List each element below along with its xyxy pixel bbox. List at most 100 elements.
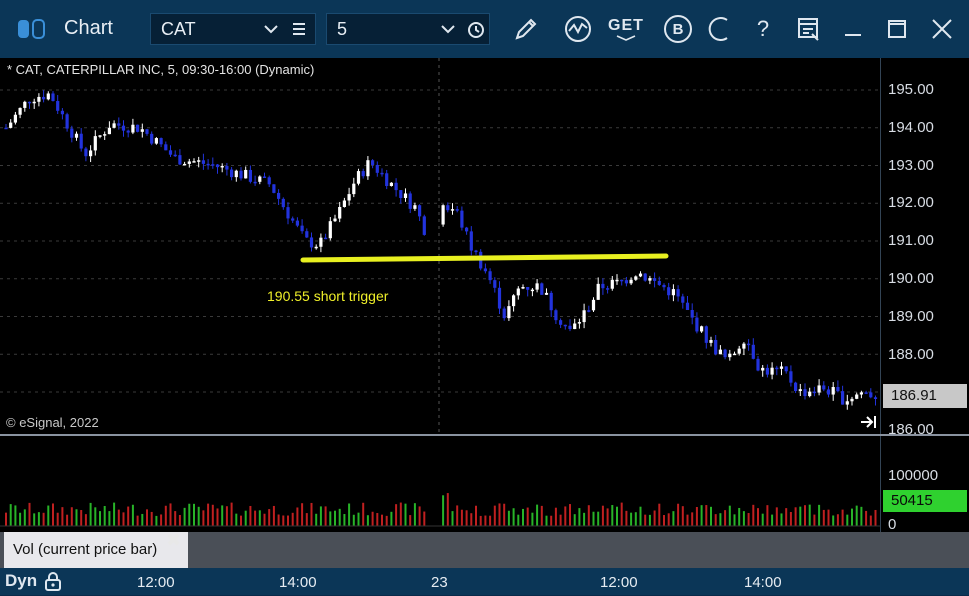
window-title: Chart bbox=[64, 17, 113, 39]
candle-down bbox=[225, 165, 229, 170]
candle-down bbox=[723, 349, 727, 358]
candle-down bbox=[587, 310, 591, 312]
candle-down bbox=[497, 287, 502, 309]
maximize-icon[interactable] bbox=[882, 13, 912, 45]
volume-bar bbox=[832, 515, 835, 526]
candle-up bbox=[413, 205, 417, 209]
candle-up bbox=[718, 349, 722, 355]
candle-down bbox=[676, 289, 680, 297]
candle-down bbox=[526, 286, 530, 290]
candle-down bbox=[385, 173, 389, 186]
volume-chart-canvas[interactable] bbox=[0, 436, 880, 532]
scroll-to-end-icon[interactable] bbox=[860, 414, 878, 430]
candle-down bbox=[60, 110, 64, 115]
volume-bar bbox=[470, 513, 473, 526]
volume-bar bbox=[305, 513, 308, 526]
candle-up bbox=[629, 279, 633, 284]
volume-bar bbox=[695, 506, 698, 526]
candle-down bbox=[136, 124, 140, 132]
interval-input[interactable]: 5 bbox=[326, 13, 490, 45]
symbol-input[interactable]: CAT bbox=[150, 13, 316, 45]
volume-bar bbox=[268, 509, 271, 526]
volume-bar bbox=[822, 509, 825, 526]
candle-up bbox=[521, 286, 525, 289]
volume-bar bbox=[136, 515, 139, 526]
close-study-icon[interactable]: ✖ bbox=[166, 530, 181, 551]
studies-icon[interactable] bbox=[560, 13, 596, 45]
volume-bar bbox=[738, 507, 741, 526]
candle-down bbox=[869, 392, 873, 398]
volume-bar bbox=[287, 515, 289, 526]
price-tick: 192.00 bbox=[888, 194, 934, 211]
price-axis[interactable]: 195.00 194.00 193.00 192.00 191.00 190.0… bbox=[880, 58, 969, 434]
close-icon[interactable] bbox=[926, 13, 958, 45]
chevron-down-icon[interactable] bbox=[440, 21, 456, 42]
candle-up bbox=[831, 387, 835, 395]
volume-bar bbox=[569, 504, 571, 526]
candle-up bbox=[112, 123, 116, 128]
candle-up bbox=[197, 160, 201, 162]
volume-bar bbox=[395, 504, 398, 526]
volume-bar bbox=[5, 512, 7, 526]
candle-down bbox=[540, 283, 544, 295]
volume-bar bbox=[653, 510, 656, 526]
volume-pane[interactable] bbox=[0, 436, 880, 532]
lock-icon[interactable] bbox=[44, 571, 62, 591]
volume-bar bbox=[799, 506, 802, 526]
candle-up bbox=[779, 366, 784, 369]
candle-down bbox=[841, 391, 845, 405]
candle-up bbox=[516, 288, 520, 296]
time-axis[interactable]: Dyn 12:00 14:00 23 12:00 14:00 bbox=[0, 568, 969, 595]
candle-up bbox=[9, 122, 13, 128]
draw-pencil-icon[interactable] bbox=[508, 13, 544, 45]
clock-icon[interactable] bbox=[467, 21, 485, 44]
chart-titlebar: Chart CAT 5 GET B ? bbox=[0, 0, 969, 58]
chevron-down-icon[interactable] bbox=[263, 21, 279, 42]
dynamic-session-button[interactable]: Dyn bbox=[5, 571, 37, 591]
candle-up bbox=[234, 170, 238, 178]
price-chart-canvas[interactable] bbox=[0, 58, 880, 434]
candle-up bbox=[98, 135, 102, 137]
candle-down bbox=[549, 292, 553, 311]
candle-up bbox=[577, 322, 581, 324]
volume-bar bbox=[475, 505, 477, 526]
volume-legend[interactable]: Vol (current price bar) bbox=[4, 532, 188, 568]
volume-bar bbox=[404, 503, 407, 526]
candle-up bbox=[366, 160, 370, 177]
volume-bar bbox=[263, 513, 266, 526]
volume-bar bbox=[564, 506, 567, 526]
help-icon[interactable]: ? bbox=[748, 13, 778, 45]
volume-bar bbox=[592, 511, 595, 526]
volume-bar bbox=[385, 515, 388, 526]
candle-up bbox=[817, 385, 821, 393]
bar-type-icon[interactable]: B bbox=[660, 13, 696, 45]
volume-bar bbox=[211, 504, 214, 526]
candle-down bbox=[27, 101, 32, 104]
volume-bar bbox=[747, 513, 750, 526]
candle-down bbox=[145, 129, 149, 134]
get-data-icon[interactable]: GET bbox=[606, 13, 646, 45]
candle-down bbox=[685, 302, 690, 311]
volume-bar bbox=[329, 511, 332, 526]
candle-down bbox=[714, 339, 718, 355]
candle-down bbox=[56, 101, 60, 111]
candle-down bbox=[281, 198, 285, 208]
page-settings-icon[interactable] bbox=[792, 13, 826, 45]
minimize-icon[interactable] bbox=[838, 13, 868, 45]
volume-bar bbox=[52, 503, 54, 526]
volume-axis[interactable]: 100000 0 50415 bbox=[880, 436, 969, 533]
candle-down bbox=[206, 163, 210, 166]
volume-bar bbox=[409, 515, 412, 526]
list-menu-icon[interactable] bbox=[292, 21, 306, 42]
candle-up bbox=[728, 353, 732, 358]
candle-down bbox=[681, 296, 685, 303]
candle-up bbox=[544, 292, 549, 295]
candle-down bbox=[601, 283, 605, 289]
volume-bar bbox=[677, 503, 680, 526]
candle-down bbox=[474, 250, 478, 253]
refresh-icon[interactable] bbox=[704, 13, 736, 45]
price-chart-pane[interactable]: * CAT, CATERPILLAR INC, 5, 09:30-16:00 (… bbox=[0, 58, 880, 434]
volume-bar bbox=[399, 502, 402, 526]
volume-bar bbox=[587, 505, 590, 526]
volume-bar bbox=[771, 514, 774, 526]
